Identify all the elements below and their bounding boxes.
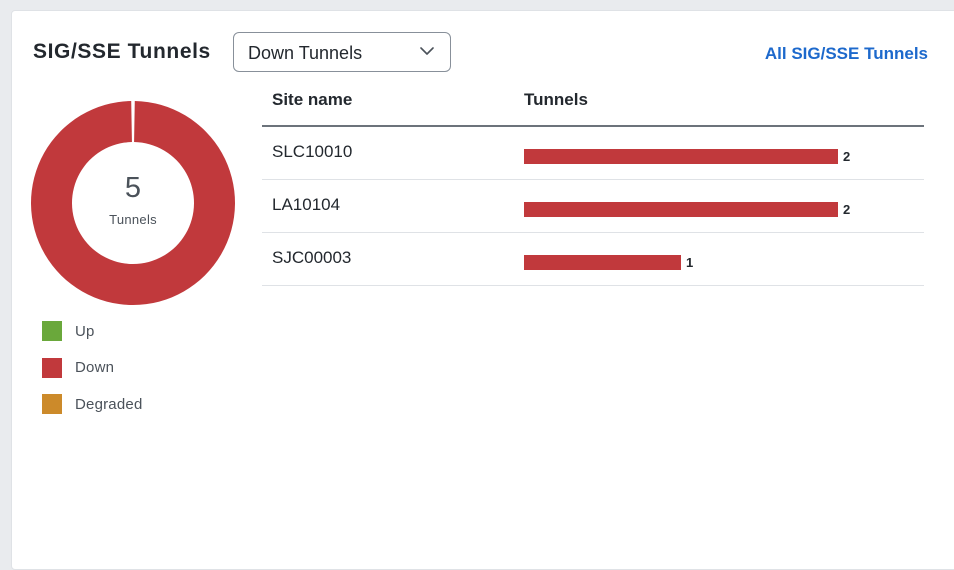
sites-table: Site name Tunnels SLC10010 2 LA10104 2 S… <box>262 84 924 286</box>
tunnel-count-label: 2 <box>843 149 851 164</box>
legend-label-up: Up <box>75 322 95 340</box>
table-header: Site name Tunnels <box>262 84 924 127</box>
site-name-cell[interactable]: SLC10010 <box>272 142 352 162</box>
column-header-tunnels[interactable]: Tunnels <box>524 90 588 110</box>
legend-label-degraded: Degraded <box>75 395 143 413</box>
tunnel-count-bar <box>524 255 681 270</box>
legend-label-down: Down <box>75 359 115 376</box>
tunnel-count-bar <box>524 202 838 217</box>
column-header-site-name[interactable]: Site name <box>272 90 352 110</box>
chevron-down-icon <box>420 47 434 55</box>
tunnel-filter-value: Down Tunnels <box>248 43 363 63</box>
table-row[interactable]: SJC00003 1 <box>262 233 924 286</box>
table-row[interactable]: SLC10010 2 <box>262 127 924 180</box>
donut-total-label: Tunnels <box>109 212 157 227</box>
legend-item-down[interactable]: Down <box>42 357 142 378</box>
tunnel-filter-dropdown[interactable]: Down Tunnels <box>233 32 451 72</box>
legend-item-up[interactable]: Up <box>42 321 142 341</box>
tunnel-count-label: 2 <box>843 202 851 217</box>
legend-item-degraded[interactable]: Degraded <box>42 394 142 414</box>
all-tunnels-link[interactable]: All SIG/SSE Tunnels <box>765 44 928 64</box>
tunnel-count-bar <box>524 149 838 164</box>
tunnel-count-label: 1 <box>686 255 694 270</box>
widget-title: SIG/SSE Tunnels <box>33 40 211 63</box>
site-name-cell[interactable]: LA10104 <box>272 195 340 215</box>
legend-swatch-degraded <box>42 394 62 414</box>
site-name-cell[interactable]: SJC00003 <box>272 248 351 268</box>
donut-total-value: 5 <box>124 172 142 204</box>
legend-swatch-down <box>42 357 62 378</box>
table-row[interactable]: LA10104 2 <box>262 180 924 233</box>
status-legend: Up Down Degraded <box>42 321 142 431</box>
legend-swatch-up <box>42 321 62 341</box>
